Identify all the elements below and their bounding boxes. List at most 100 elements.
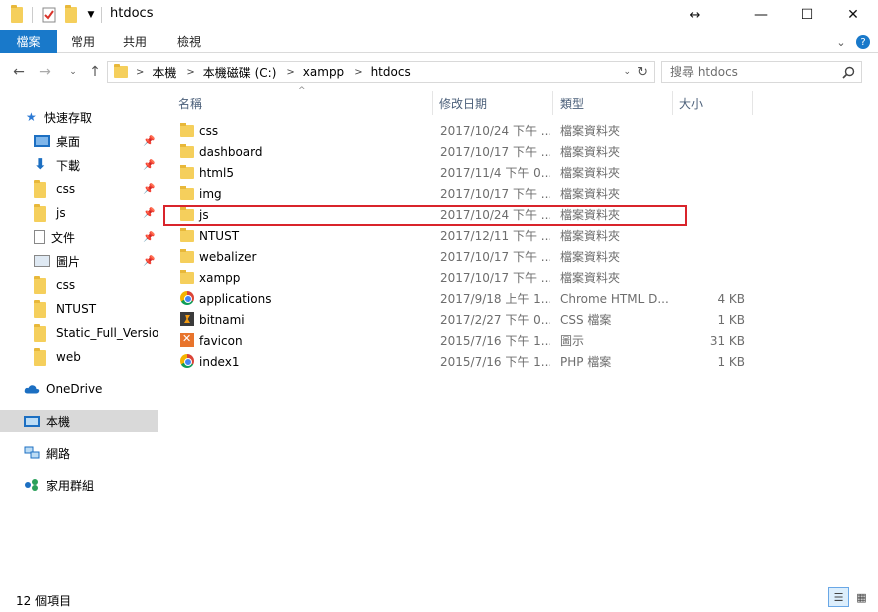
file-name[interactable]: webalizer: [180, 246, 430, 267]
column-header-date[interactable]: 修改日期: [439, 91, 549, 115]
file-name[interactable]: favicon: [180, 330, 430, 351]
file-name[interactable]: xampp: [180, 267, 430, 288]
pin-icon[interactable]: 📌: [143, 256, 155, 267]
file-date: 2017/10/17 下午 ...: [440, 187, 550, 201]
file-name[interactable]: css: [180, 120, 430, 141]
tab-file[interactable]: 檔案: [0, 30, 57, 53]
tab-home[interactable]: 常用: [57, 30, 109, 53]
dropdown-icon[interactable]: ▼: [84, 5, 98, 25]
column-divider[interactable]: [432, 91, 433, 115]
pin-icon[interactable]: 📌: [143, 136, 155, 147]
file-row[interactable]: webalizer 2017/10/17 下午 ... 檔案資料夾: [158, 246, 878, 267]
nav-network[interactable]: 網路: [0, 442, 158, 464]
new-folder-icon[interactable]: [62, 5, 80, 25]
file-size: [680, 162, 745, 183]
file-name[interactable]: img: [180, 183, 430, 204]
file-row[interactable]: favicon 2015/7/16 下午 1... 圖示 31 KB: [158, 330, 878, 351]
column-divider[interactable]: [672, 91, 673, 115]
column-header-type[interactable]: 類型: [560, 91, 670, 115]
file-size: 1 KB: [717, 312, 745, 327]
file-name-label: css: [199, 123, 219, 138]
file-name-label: dashboard: [199, 144, 263, 159]
column-header-size[interactable]: 大小: [679, 91, 749, 115]
up-button[interactable]: ↑: [86, 63, 104, 81]
file-row[interactable]: dashboard 2017/10/17 下午 ... 檔案資料夾: [158, 141, 878, 162]
nav-item-web[interactable]: web: [0, 346, 158, 368]
file-name[interactable]: dashboard: [180, 141, 430, 162]
address-dropdown-icon[interactable]: ⌄: [624, 67, 632, 77]
column-divider[interactable]: [752, 91, 753, 115]
nav-item-css-pinned[interactable]: css 📌: [0, 178, 158, 200]
nav-onedrive[interactable]: OneDrive: [0, 378, 158, 400]
minimize-button[interactable]: —: [738, 0, 784, 30]
properties-check-icon[interactable]: [40, 5, 58, 25]
pin-icon[interactable]: 📌: [143, 160, 155, 171]
file-row[interactable]: index1 2015/7/16 下午 1... PHP 檔案 1 KB: [158, 351, 878, 372]
search-icon[interactable]: [842, 66, 855, 79]
pin-icon[interactable]: 📌: [143, 184, 155, 195]
help-button[interactable]: ?: [856, 35, 870, 49]
nav-item-downloads[interactable]: ⬇ 下載 📌: [0, 154, 158, 176]
tab-share[interactable]: 共用: [109, 30, 161, 53]
address-bar[interactable]: > 本機 > 本機磁碟 (C:) > xampp > htdocs ⌄ ↻: [107, 61, 655, 83]
file-name[interactable]: NTUST: [180, 225, 430, 246]
folder-icon[interactable]: [8, 5, 26, 25]
file-row[interactable]: bitnami 2017/2/27 下午 0... CSS 檔案 1 KB: [158, 309, 878, 330]
nav-homegroup[interactable]: 家用群組: [0, 474, 158, 496]
folder-icon: [34, 324, 46, 342]
close-button[interactable]: ✕: [830, 0, 876, 30]
file-name[interactable]: applications: [180, 288, 430, 309]
resize-icon: ↔: [689, 7, 701, 23]
details-view-button[interactable]: ☰: [828, 587, 849, 607]
pin-icon[interactable]: 📌: [143, 232, 155, 243]
divider: [32, 7, 33, 23]
chevron-right-icon[interactable]: >: [286, 67, 294, 78]
nav-this-pc[interactable]: 本機: [0, 410, 158, 432]
ribbon-collapse-button[interactable]: ⌄: [832, 33, 850, 51]
file-name[interactable]: index1: [180, 351, 430, 372]
file-row[interactable]: img 2017/10/17 下午 ... 檔案資料夾: [158, 183, 878, 204]
file-type: 檔案資料夾: [560, 250, 621, 264]
maximize-button[interactable]: ☐: [784, 0, 830, 30]
breadcrumb-drive-c[interactable]: 本機磁碟 (C:): [203, 64, 277, 81]
nav-item-pictures[interactable]: 圖片 📌: [0, 250, 158, 272]
nav-item-desktop[interactable]: 桌面 📌: [0, 130, 158, 152]
chevron-right-icon[interactable]: >: [186, 67, 194, 78]
file-row[interactable]: NTUST 2017/12/11 下午 ... 檔案資料夾: [158, 225, 878, 246]
back-button[interactable]: ←: [10, 63, 28, 81]
file-name[interactable]: bitnami: [180, 309, 430, 330]
file-size: [680, 120, 745, 141]
large-icons-view-button[interactable]: ▦: [851, 587, 872, 607]
file-row[interactable]: applications 2017/9/18 上午 1... Chrome HTML…: [158, 288, 878, 309]
file-row[interactable]: css 2017/10/24 下午 ... 檔案資料夾: [158, 120, 878, 141]
file-row[interactable]: xampp 2017/10/17 下午 ... 檔案資料夾: [158, 267, 878, 288]
refresh-icon[interactable]: ↻: [637, 65, 648, 80]
breadcrumb-xampp[interactable]: xampp: [303, 65, 344, 79]
recent-locations-button[interactable]: ⌄: [64, 63, 82, 81]
search-input[interactable]: [662, 65, 832, 79]
breadcrumb-this-pc[interactable]: 本機: [152, 64, 176, 81]
ribbon-tabs: 檔案 常用 共用 檢視 ⌄ ?: [0, 30, 878, 53]
column-header-name[interactable]: 名稱: [178, 91, 428, 115]
file-name[interactable]: html5: [180, 162, 430, 183]
nav-quick-access[interactable]: ★ 快速存取: [0, 106, 158, 128]
forward-button[interactable]: →: [36, 63, 54, 81]
file-row[interactable]: html5 2017/11/4 下午 0... 檔案資料夾: [158, 162, 878, 183]
nav-item-ntust[interactable]: NTUST: [0, 298, 158, 320]
file-size: [680, 267, 745, 288]
file-type: Chrome HTML D...: [560, 291, 669, 306]
search-box[interactable]: [661, 61, 862, 83]
nav-item-css[interactable]: css: [0, 274, 158, 296]
breadcrumb-htdocs[interactable]: htdocs: [371, 65, 411, 79]
chevron-right-icon[interactable]: >: [354, 67, 362, 78]
nav-item-js-pinned[interactable]: js 📌: [0, 202, 158, 224]
file-type: 檔案資料夾: [560, 145, 621, 159]
pin-icon[interactable]: 📌: [143, 208, 155, 219]
tab-view[interactable]: 檢視: [161, 30, 217, 53]
nav-item-static-full-version[interactable]: Static_Full_Version: [0, 322, 158, 344]
file-size: 1 KB: [717, 354, 745, 369]
column-divider[interactable]: [552, 91, 553, 115]
nav-item-documents[interactable]: 文件 📌: [0, 226, 158, 248]
file-type: 檔案資料夾: [560, 166, 621, 180]
file-type: 檔案資料夾: [560, 229, 621, 243]
